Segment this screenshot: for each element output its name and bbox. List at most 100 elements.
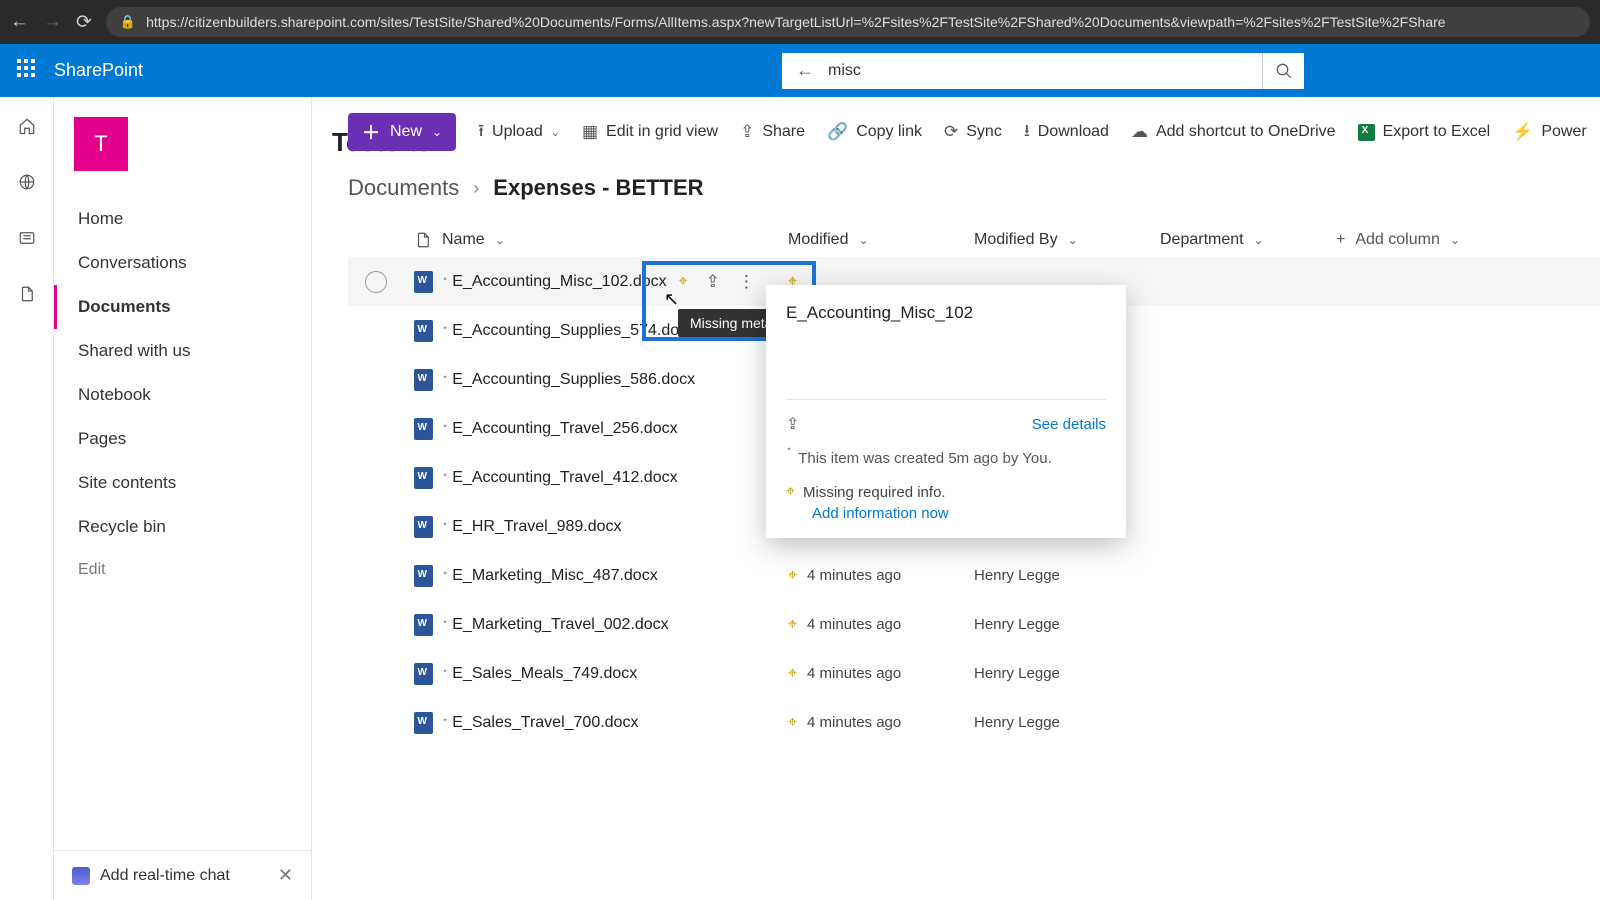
file-name[interactable]: ⋆E_Sales_Meals_749.docx <box>442 665 637 683</box>
modified-by-text[interactable]: Henry Legge <box>974 714 1060 731</box>
file-name[interactable]: ⋆E_Accounting_Travel_412.docx <box>442 469 678 487</box>
more-icon[interactable]: ⋮ <box>738 272 755 292</box>
file-name[interactable]: ⋆E_Sales_Travel_700.docx <box>442 714 638 732</box>
col-modified-by[interactable]: Modified By⌄ <box>974 231 1160 249</box>
nav-home[interactable]: Home <box>54 197 311 241</box>
breadcrumb: Documents › Expenses - BETTER <box>348 165 1600 223</box>
word-doc-icon <box>414 516 433 538</box>
app-rail <box>0 97 54 900</box>
search-input[interactable] <box>828 62 1248 80</box>
waffle-icon[interactable] <box>16 58 36 84</box>
nav-edit[interactable]: Edit <box>54 549 311 591</box>
share-icon[interactable]: ⇪ <box>706 272 720 292</box>
modified-by-text[interactable]: Henry Legge <box>974 567 1060 584</box>
address-bar[interactable]: 🔒 https://citizenbuilders.sharepoint.com… <box>106 7 1590 37</box>
modified-by-text[interactable]: Henry Legge <box>974 665 1060 682</box>
chevron-right-icon: › <box>473 178 479 199</box>
search-button[interactable] <box>1262 53 1304 89</box>
onedrive-icon: ☁ <box>1131 122 1148 142</box>
realtime-chat-bar[interactable]: Add real-time chat ✕ <box>54 850 311 900</box>
nav-recycle[interactable]: Recycle bin <box>54 505 311 549</box>
search-box[interactable]: ← <box>782 53 1262 89</box>
download-icon: ⭳ <box>1024 118 1030 147</box>
new-indicator-icon: ⋆ <box>442 666 448 677</box>
upload-button[interactable]: ⭱Upload⌄ <box>478 118 560 147</box>
table-row[interactable]: ⋆E_Sales_Travel_700.docx ⌖ 4 minutes ago He… <box>348 698 1600 747</box>
see-details-link[interactable]: See details <box>1032 416 1106 433</box>
file-name[interactable]: ⋆E_Marketing_Travel_002.docx <box>442 616 669 634</box>
warning-icon[interactable]: ⌖ <box>788 665 797 683</box>
chevron-down-icon: ⌄ <box>495 233 505 247</box>
chevron-down-icon: ⌄ <box>432 125 442 139</box>
new-indicator-icon: ⋆ <box>442 568 448 579</box>
chevron-down-icon: ⌄ <box>1450 233 1460 247</box>
browser-chrome: ← → ⟳ 🔒 https://citizenbuilders.sharepoi… <box>0 0 1600 44</box>
nav-conversations[interactable]: Conversations <box>54 241 311 285</box>
file-name[interactable]: ⋆E_Marketing_Misc_487.docx <box>442 567 658 585</box>
nav-contents[interactable]: Site contents <box>54 461 311 505</box>
site-logo[interactable]: T <box>74 117 128 171</box>
warning-icon[interactable]: ⌖ <box>788 567 797 585</box>
url-text: https://citizenbuilders.sharepoint.com/s… <box>146 14 1445 30</box>
export-excel-button[interactable]: Export to Excel <box>1358 123 1491 141</box>
select-circle[interactable] <box>365 271 387 293</box>
modified-by-text[interactable]: Henry Legge <box>974 616 1060 633</box>
word-doc-icon <box>414 467 433 489</box>
col-department[interactable]: Department⌄ <box>1160 231 1336 249</box>
breadcrumb-root[interactable]: Documents <box>348 175 459 201</box>
nav-notebook[interactable]: Notebook <box>54 373 311 417</box>
sync-icon: ⟳ <box>944 122 958 142</box>
share-icon[interactable]: ⇪ <box>786 414 799 434</box>
col-modified[interactable]: Modified⌄ <box>788 231 974 249</box>
app-name[interactable]: SharePoint <box>54 60 143 81</box>
news-icon[interactable] <box>18 229 36 253</box>
file-name[interactable]: ⋆E_Accounting_Supplies_586.docx <box>442 371 695 389</box>
chevron-down-icon: ⌄ <box>1068 233 1078 247</box>
modified-text: 4 minutes ago <box>807 714 901 731</box>
globe-icon[interactable] <box>18 173 36 197</box>
back-icon[interactable]: ← <box>10 11 29 33</box>
files-icon[interactable] <box>18 285 36 309</box>
left-nav: T TestSite Home Conversations Documents … <box>54 97 312 900</box>
add-info-link[interactable]: Add information now <box>812 505 1106 522</box>
file-name[interactable]: ⋆E_Accounting_Supplies_574.docx <box>442 322 695 340</box>
warning-icon[interactable]: ⌖ <box>788 714 797 732</box>
copylink-button[interactable]: 🔗Copy link <box>827 122 922 142</box>
file-name[interactable]: ⋆E_HR_Travel_989.docx <box>442 518 622 536</box>
download-button[interactable]: ⭳Download <box>1024 118 1109 147</box>
home-icon[interactable] <box>18 117 36 141</box>
share-button[interactable]: ⇪Share <box>740 122 805 142</box>
warning-icon[interactable]: ⌖ <box>679 273 688 291</box>
nav-pages[interactable]: Pages <box>54 417 311 461</box>
nav-documents[interactable]: Documents <box>54 285 311 329</box>
realtime-chat-label: Add real-time chat <box>100 867 230 885</box>
table-row[interactable]: ⋆E_Sales_Meals_749.docx ⌖ 4 minutes ago Hen… <box>348 649 1600 698</box>
chevron-down-icon: ⌄ <box>858 233 868 247</box>
add-column-button[interactable]: +Add column⌄ <box>1336 231 1460 249</box>
upload-icon: ⭱ <box>478 118 484 147</box>
table-row[interactable]: ⋆E_Marketing_Misc_487.docx⌖4 minutes ago… <box>348 551 1600 600</box>
search-back-icon[interactable]: ← <box>796 60 814 81</box>
file-name[interactable]: ⋆E_Accounting_Travel_256.docx <box>442 420 678 438</box>
warning-icon[interactable]: ⌖ <box>788 616 797 634</box>
sync-button[interactable]: ⟳Sync <box>944 122 1002 142</box>
lock-icon: 🔒 <box>120 14 136 30</box>
shortcut-button[interactable]: ☁Add shortcut to OneDrive <box>1131 122 1336 142</box>
modified-text: 4 minutes ago <box>807 665 901 682</box>
new-button[interactable]: ＋ New ⌄ <box>348 113 456 151</box>
nav-shared[interactable]: Shared with us <box>54 329 311 373</box>
chevron-down-icon: ⌄ <box>551 126 560 139</box>
power-icon: ⚡ <box>1512 122 1533 142</box>
breadcrumb-current: Expenses - BETTER <box>493 175 703 201</box>
warning-icon: ⌖ <box>786 483 795 501</box>
new-indicator-icon: ⋆ <box>442 617 448 628</box>
power-button[interactable]: ⚡Power <box>1512 122 1587 142</box>
table-header: Name⌄ Modified⌄ Modified By⌄ Department⌄… <box>348 223 1600 257</box>
grid-view-button[interactable]: ▦Edit in grid view <box>582 122 718 142</box>
close-icon[interactable]: ✕ <box>278 865 293 886</box>
file-type-icon <box>404 231 442 249</box>
table-row[interactable]: ⋆E_Marketing_Travel_002.docx⌖4 minutes a… <box>348 600 1600 649</box>
col-name[interactable]: Name⌄ <box>442 231 788 249</box>
reload-icon[interactable]: ⟳ <box>76 11 92 34</box>
file-name[interactable]: ⋆E_Accounting_Misc_102.docx <box>442 273 667 291</box>
